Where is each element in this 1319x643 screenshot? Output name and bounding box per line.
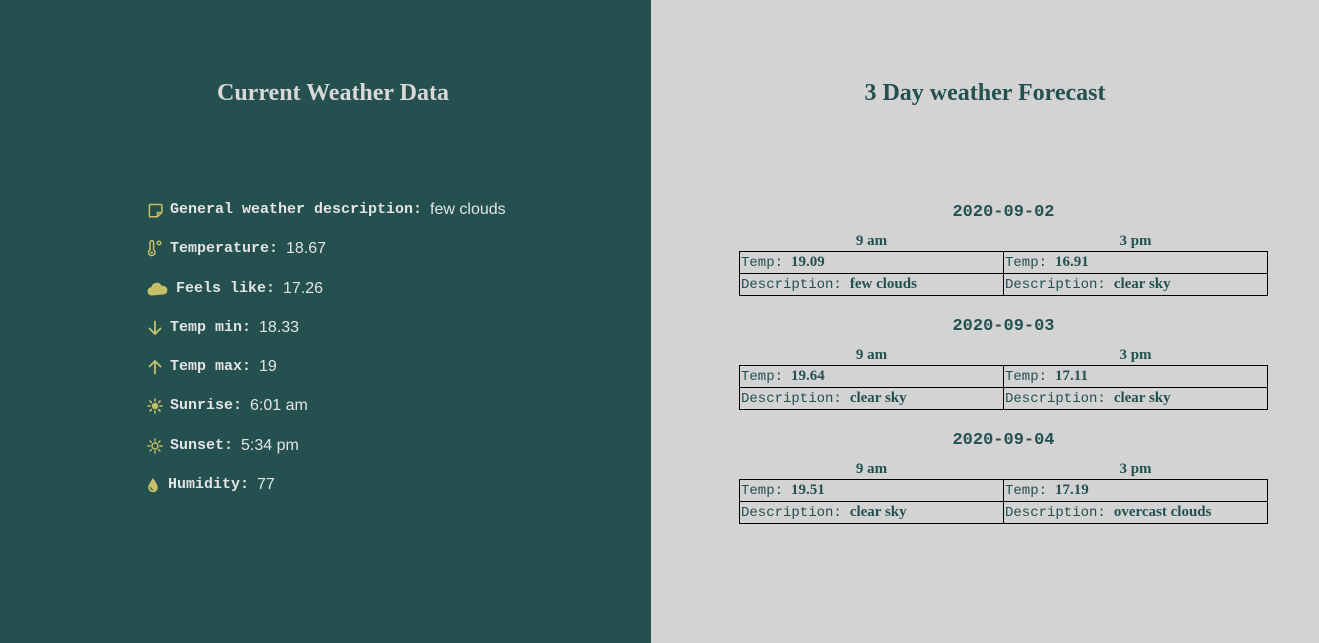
- list-item-humidity: Humidity: 77: [146, 474, 506, 513]
- sunset-label: Sunset:: [170, 436, 234, 454]
- description-value: clear sky: [1113, 390, 1171, 406]
- table-row: Description: clear sky Description: clear …: [739, 387, 1268, 410]
- temp-value: 19.64: [791, 368, 825, 384]
- forecast-date: 2020-09-04: [952, 431, 1055, 450]
- list-item-sunrise: Sunrise: 6:01 am: [146, 395, 506, 434]
- cloud-icon: [146, 278, 168, 300]
- temp-key: Temp:: [1005, 369, 1048, 385]
- list-item-sunset: Sunset: 5:34 pm: [146, 435, 506, 474]
- description-label: General weather description:: [170, 201, 423, 218]
- description-cell: Description: clear sky: [1003, 387, 1268, 410]
- temp-max-label: Temp max:: [170, 358, 252, 376]
- list-item-temp-min: Temp min: 18.33: [146, 317, 506, 356]
- temp-cell: Temp: 16.91: [1003, 251, 1268, 274]
- table-row: Temp: 19.51 Temp: 17.19: [739, 479, 1268, 502]
- description-key: Description:: [1005, 277, 1106, 293]
- feels-like-value: 17.26: [283, 279, 324, 297]
- list-item-temperature: Temperature: 18.67: [146, 238, 506, 277]
- forecast-day: 2020-09-04 9 am 3 pm Temp: 19.51 Temp: 17.…: [739, 428, 1268, 524]
- description-cell: Description: clear sky: [739, 387, 1004, 410]
- table-row: Description: clear sky Description: overca…: [739, 501, 1268, 524]
- forecast-list: 2020-09-02 9 am 3 pm Temp: 19.09 Temp: 16.…: [739, 200, 1268, 542]
- list-item-temp-max: Temp max: 19: [146, 356, 506, 395]
- description-value: few clouds: [849, 276, 917, 292]
- time-header: 3 pm: [1119, 233, 1152, 249]
- temp-cell: Temp: 19.64: [739, 365, 1004, 388]
- time-header: 9 am: [855, 347, 888, 363]
- temp-value: 16.91: [1055, 254, 1089, 270]
- temp-cell: Temp: 17.11: [1003, 365, 1268, 388]
- temp-min-value: 18.33: [259, 318, 300, 336]
- temp-max-value: 19: [259, 358, 277, 376]
- time-header: 3 pm: [1119, 347, 1152, 363]
- forecast-title: 3 Day weather Forecast: [864, 80, 1106, 106]
- list-item-description: General weather description: few clouds: [146, 199, 506, 238]
- forecast-panel: 3 Day weather Forecast 2020-09-02 9 am 3…: [651, 0, 1319, 643]
- forecast-table: 9 am 3 pm Temp: 19.09 Temp: 16.91 Descript…: [739, 232, 1268, 296]
- temp-key: Temp:: [741, 255, 784, 271]
- sunrise-label: Sunrise:: [170, 397, 243, 415]
- temp-cell: Temp: 19.09: [739, 251, 1004, 274]
- description-cell: Description: overcast clouds: [1003, 501, 1268, 524]
- temp-key: Temp:: [741, 483, 784, 499]
- table-row: Description: few clouds Description: clear…: [739, 273, 1268, 296]
- description-value: clear sky: [849, 390, 907, 406]
- humidity-label: Humidity:: [168, 476, 250, 494]
- forecast-date: 2020-09-03: [952, 317, 1055, 336]
- arrow-down-icon: [146, 317, 164, 339]
- temp-key: Temp:: [1005, 255, 1048, 271]
- temp-cell: Temp: 19.51: [739, 479, 1004, 502]
- table-row: Temp: 19.09 Temp: 16.91: [739, 251, 1268, 274]
- description-cell: Description: few clouds: [739, 273, 1004, 296]
- droplet-icon: [146, 474, 160, 496]
- temperature-value: 18.67: [286, 240, 327, 258]
- description-key: Description:: [741, 277, 842, 293]
- description-value: few clouds: [430, 201, 506, 218]
- temp-key: Temp:: [741, 369, 784, 385]
- description-value: clear sky: [849, 504, 907, 520]
- temp-min-label: Temp min:: [170, 318, 252, 336]
- description-value: overcast clouds: [1113, 504, 1212, 520]
- description-key: Description:: [741, 391, 842, 407]
- time-header: 3 pm: [1119, 461, 1152, 477]
- time-header: 9 am: [855, 461, 888, 477]
- current-weather-title: Current Weather Data: [217, 80, 449, 106]
- sun-icon: [146, 395, 164, 417]
- temperature-label: Temperature:: [170, 240, 279, 258]
- sun-outline-icon: [146, 435, 164, 457]
- sunrise-value: 6:01 am: [250, 397, 308, 415]
- description-value: clear sky: [1113, 276, 1171, 292]
- temp-value: 19.09: [791, 254, 825, 270]
- temp-value: 17.11: [1055, 368, 1088, 384]
- temp-value: 17.19: [1055, 482, 1089, 498]
- forecast-table: 9 am 3 pm Temp: 19.51 Temp: 17.19 Descript…: [739, 460, 1268, 524]
- description-key: Description:: [741, 505, 842, 521]
- temp-value: 19.51: [791, 482, 825, 498]
- list-item-feels-like: Feels like: 17.26: [146, 278, 506, 317]
- forecast-day: 2020-09-03 9 am 3 pm Temp: 19.64 Temp: 17.…: [739, 314, 1268, 410]
- description-key: Description:: [1005, 391, 1106, 407]
- description-cell: Description: clear sky: [739, 501, 1004, 524]
- table-row: Temp: 19.64 Temp: 17.11: [739, 365, 1268, 388]
- description-cell: Description: clear sky: [1003, 273, 1268, 296]
- temp-cell: Temp: 17.19: [1003, 479, 1268, 502]
- thermometer-icon: [146, 238, 164, 260]
- temp-key: Temp:: [1005, 483, 1048, 499]
- description-key: Description:: [1005, 505, 1106, 521]
- current-weather-panel: Current Weather Data General weather des…: [0, 0, 651, 643]
- forecast-day: 2020-09-02 9 am 3 pm Temp: 19.09 Temp: 16.…: [739, 200, 1268, 296]
- note-icon: [146, 199, 164, 221]
- arrow-up-icon: [146, 356, 164, 378]
- time-header: 9 am: [855, 233, 888, 249]
- forecast-table: 9 am 3 pm Temp: 19.64 Temp: 17.11 Descript…: [739, 346, 1268, 410]
- current-weather-list: General weather description: few clouds …: [146, 199, 506, 513]
- forecast-date: 2020-09-02: [952, 203, 1055, 222]
- humidity-value: 77: [257, 476, 275, 494]
- feels-like-label: Feels like:: [176, 279, 276, 297]
- sunset-value: 5:34 pm: [241, 436, 299, 454]
